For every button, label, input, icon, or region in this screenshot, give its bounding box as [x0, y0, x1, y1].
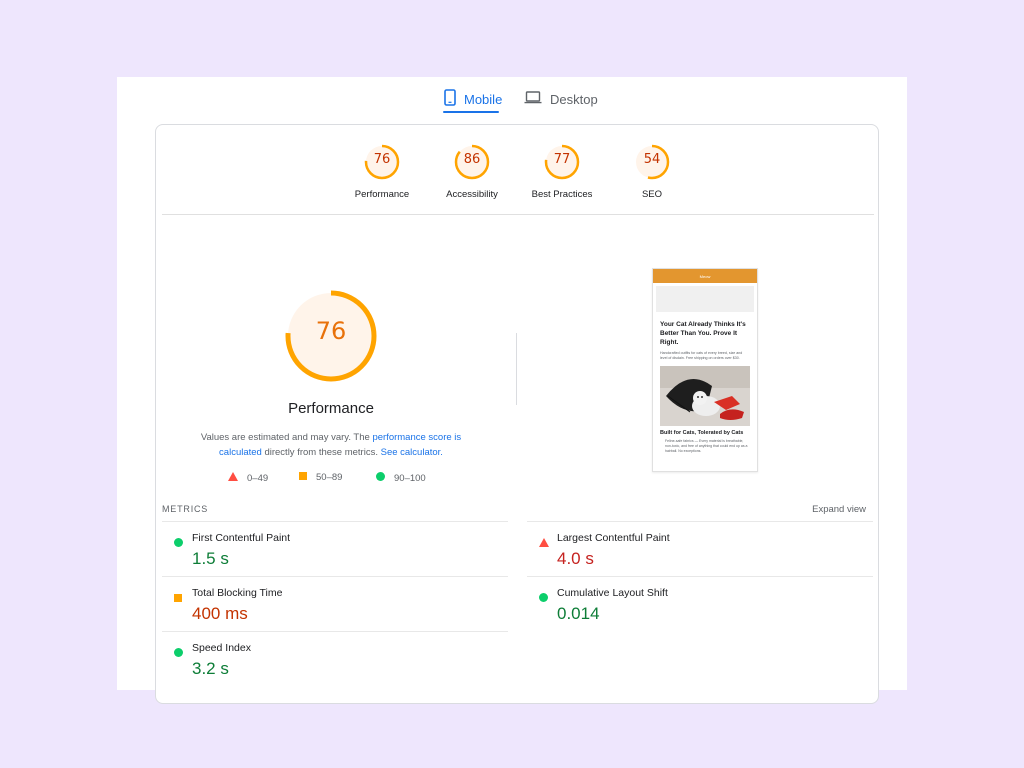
desc-text: directly from these metrics.: [261, 447, 381, 458]
thumbnail-header-bar: Meow: [653, 269, 757, 283]
legend-good-label: 90–100: [394, 472, 426, 484]
gauge-accessibility[interactable]: 86 Accessibility: [422, 143, 522, 200]
red-triangle-icon: [228, 472, 238, 484]
metrics-title: METRICS: [162, 504, 209, 514]
see-calculator-link[interactable]: See calculator.: [381, 447, 443, 458]
page-screenshot-thumbnail[interactable]: Meow Your Cat Already Thinks It's Better…: [652, 268, 758, 472]
metric-label: Total Blocking Time: [192, 587, 283, 599]
score-gauges: 76 Performance 86 Accessibility 77 Best …: [156, 125, 880, 215]
performance-description: Values are estimated and may vary. The p…: [186, 430, 476, 460]
legend-average: 50–89: [299, 472, 342, 483]
tab-mobile-label: Mobile: [464, 91, 503, 107]
gauge-score: 54: [643, 152, 661, 167]
orange-square-icon: [299, 472, 307, 483]
red-triangle-icon: [539, 534, 549, 552]
legend-bad: 0–49: [228, 472, 268, 484]
metric-value: 0.014: [557, 604, 600, 623]
active-tab-indicator: [443, 111, 499, 113]
tab-desktop[interactable]: Desktop: [524, 85, 598, 113]
metric-label: Largest Contentful Paint: [557, 532, 670, 544]
metric-largest-contentful-paint: Largest Contentful Paint 4.0 s: [527, 521, 873, 576]
metric-value: 400 ms: [192, 604, 248, 623]
gauge-seo[interactable]: 54 SEO: [602, 143, 702, 200]
laptop-icon: [524, 91, 542, 107]
legend-good: 90–100: [376, 472, 426, 484]
metric-first-contentful-paint: First Contentful Paint 1.5 s: [162, 521, 508, 576]
gauge-label: Accessibility: [446, 189, 498, 200]
gauge-score: 77: [553, 152, 571, 167]
thumbnail-list-item: Feline-safe fabrics — Every material is …: [665, 439, 748, 453]
thumbnail-paragraph: Handcrafted outfits for cats of every br…: [660, 351, 743, 360]
gauge-performance[interactable]: 76 Performance: [332, 143, 432, 200]
thumbnail-cat-photo: [660, 366, 750, 426]
green-circle-icon: [376, 472, 385, 484]
legend-average-label: 50–89: [316, 472, 343, 483]
metric-label: Speed Index: [192, 642, 251, 654]
green-circle-icon: [174, 644, 183, 662]
performance-title: Performance: [288, 400, 374, 417]
vertical-divider: [516, 333, 517, 405]
green-circle-icon: [174, 534, 183, 552]
gauge-label: Performance: [354, 189, 410, 200]
divider: [162, 214, 874, 215]
phone-icon: [444, 89, 456, 109]
tab-mobile[interactable]: Mobile: [444, 85, 502, 113]
expand-view-button[interactable]: Expand view: [812, 504, 866, 515]
device-tabs: Mobile Desktop: [117, 77, 907, 117]
report-card: 76 Performance 86 Accessibility 77 Best …: [155, 124, 879, 704]
metric-cumulative-layout-shift: Cumulative Layout Shift 0.014: [527, 576, 873, 631]
metric-total-blocking-time: Total Blocking Time 400 ms: [162, 576, 508, 631]
gauge-score: 76: [373, 152, 391, 167]
thumbnail-hero-placeholder: [656, 286, 754, 312]
gauge-label: SEO: [641, 189, 663, 200]
score-legend: 0–49 50–89 90–100: [216, 472, 476, 486]
report-panel: Mobile Desktop 76 Performance 86 Accessi…: [117, 77, 907, 704]
performance-score: 76: [315, 317, 347, 345]
metric-label: First Contentful Paint: [192, 532, 291, 544]
gauge-score: 86: [463, 152, 481, 167]
gauge-label: Best Practices: [531, 189, 593, 200]
metric-value: 4.0 s: [557, 549, 594, 568]
gauge-best-practices[interactable]: 77 Best Practices: [512, 143, 612, 200]
desc-text: Values are estimated and may vary. The: [200, 432, 373, 443]
orange-square-icon: [174, 589, 182, 607]
thumbnail-heading: Your Cat Already Thinks It's Better Than…: [660, 321, 746, 346]
metric-value: 1.5 s: [192, 549, 229, 568]
legend-bad-label: 0–49: [247, 472, 269, 484]
metric-label: Cumulative Layout Shift: [557, 587, 668, 599]
metric-value: 3.2 s: [192, 659, 229, 678]
tab-desktop-label: Desktop: [550, 91, 598, 107]
thumbnail-subheading: Built for Cats, Tolerated by Cats: [660, 430, 744, 436]
green-circle-icon: [539, 589, 548, 607]
metric-speed-index: Speed Index 3.2 s: [162, 631, 508, 686]
